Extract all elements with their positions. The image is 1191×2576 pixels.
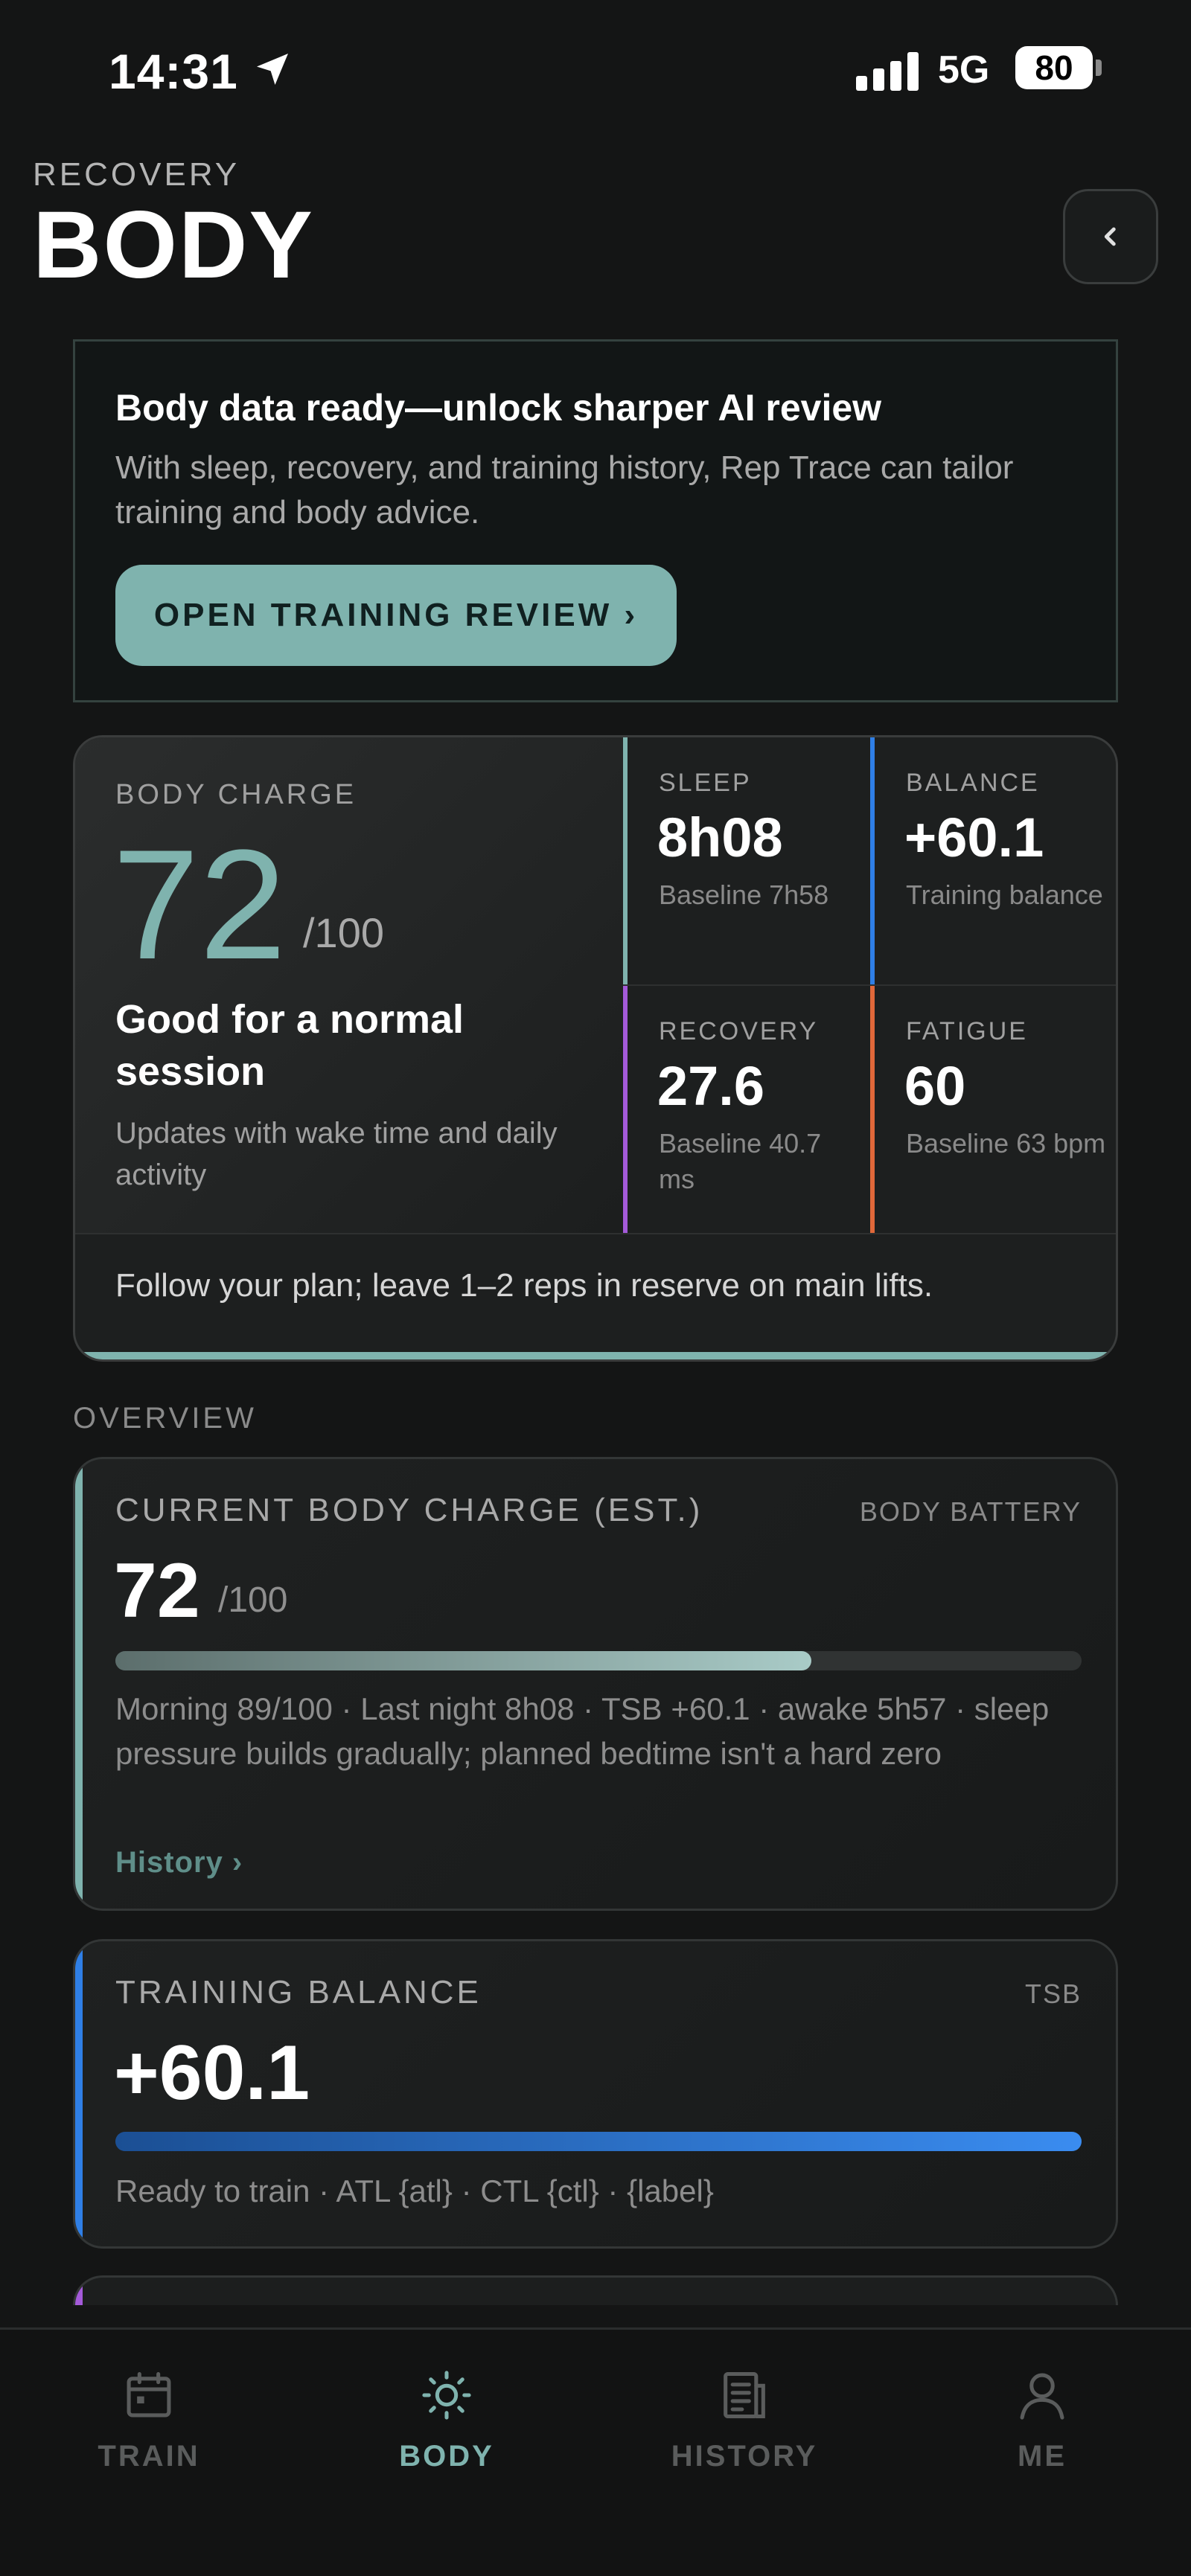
- sun-icon: [422, 2371, 471, 2420]
- metric-label: RECOVERY: [659, 1017, 819, 1045]
- history-link[interactable]: History ›: [115, 1846, 243, 1880]
- tab-history[interactable]: HISTORY: [596, 2367, 893, 2501]
- current-body-charge-card[interactable]: CURRENT BODY CHARGE (EST.) BODY BATTERY …: [73, 1457, 1118, 1911]
- metric-accent: [623, 737, 628, 986]
- ai-review-promo: Body data ready—unlock sharper AI review…: [73, 339, 1118, 702]
- signal-icon: [856, 52, 923, 91]
- metric-sub: Baseline 63 bpm: [906, 1128, 1106, 1159]
- promo-title: Body data ready—unlock sharper AI review: [115, 387, 882, 429]
- overview-eyebrow: OVERVIEW: [73, 1402, 257, 1435]
- metric-sub: Baseline 40.7 ms: [659, 1128, 822, 1194]
- card-description: Morning 89/100 · Last night 8h08 · TSB +…: [115, 1691, 1050, 1771]
- metric-accent: [870, 737, 875, 986]
- body-charge-advice: Follow your plan; leave 1–2 reps in rese…: [115, 1267, 933, 1304]
- body-charge-max: /100: [303, 909, 384, 956]
- metric-recovery[interactable]: RECOVERY 27.6 Baseline 40.7 ms: [623, 986, 872, 1234]
- metric-sub: Training balance: [906, 880, 1103, 910]
- document-icon: [724, 2371, 765, 2419]
- card-divider: [75, 1233, 1116, 1234]
- tab-me[interactable]: ME: [893, 2367, 1191, 2501]
- metric-sleep[interactable]: SLEEP 8h08 Baseline 7h58: [623, 737, 872, 986]
- location-arrow-icon: [257, 54, 288, 85]
- metric-value: 8h08: [657, 807, 783, 868]
- open-training-review-button[interactable]: OPEN TRAINING REVIEW ›: [115, 565, 677, 666]
- card-value: 72: [114, 1548, 200, 1634]
- card-accent: [75, 1941, 83, 2246]
- training-balance-card[interactable]: TRAINING BALANCE TSB +60.1 Ready to trai…: [73, 1939, 1118, 2249]
- tab-body[interactable]: BODY: [298, 2367, 596, 2501]
- metric-value: +60.1: [904, 807, 1044, 868]
- person-icon: [1020, 2373, 1064, 2420]
- metric-value: 27.6: [657, 1055, 765, 1117]
- card-tag: BODY BATTERY: [859, 1496, 1082, 1527]
- card-tag: TSB: [1024, 1979, 1082, 2009]
- body-charge-value: 72: [112, 817, 287, 992]
- body-charge-card[interactable]: BODY CHARGE 72 /100 Good for a normal se…: [73, 735, 1118, 1362]
- body-charge-underline: [75, 1352, 1116, 1359]
- back-button[interactable]: [1063, 189, 1158, 284]
- metric-label: BALANCE: [906, 769, 1040, 797]
- chevron-left-icon: [1104, 227, 1116, 246]
- tab-label: TRAIN: [98, 2440, 200, 2473]
- metric-fatigue[interactable]: FATIGUE 60 Baseline 63 bpm: [870, 986, 1116, 1234]
- metric-sub: Baseline 7h58: [659, 880, 829, 910]
- metric-label: SLEEP: [659, 769, 752, 797]
- network-label: 5G: [938, 48, 990, 92]
- body-charge-progress: [115, 1651, 1082, 1670]
- tab-label: HISTORY: [671, 2440, 818, 2473]
- tab-train[interactable]: TRAIN: [0, 2367, 298, 2501]
- training-balance-progress: [115, 2132, 1082, 2151]
- battery-icon: 80: [1015, 46, 1093, 89]
- tab-label: ME: [1018, 2440, 1067, 2473]
- progress-fill: [115, 1651, 811, 1670]
- progress-fill: [115, 2132, 1082, 2151]
- card-max: /100: [218, 1580, 288, 1620]
- calendar-icon: [127, 2371, 171, 2418]
- metric-accent: [870, 986, 875, 1234]
- card-description: Ready to train · ATL {atl} · CTL {ctl} ·…: [115, 2173, 714, 2208]
- next-card-peek: [73, 2275, 1118, 2305]
- status-time: 14:31: [109, 44, 238, 99]
- tab-bar: TRAIN BODY HISTORY ME: [0, 2327, 1191, 2576]
- card-value: +60.1: [114, 2030, 310, 2116]
- body-charge-eyebrow: BODY CHARGE: [115, 779, 357, 810]
- metric-value: 60: [904, 1055, 966, 1117]
- body-charge-sub: Updates with wake time and daily activit…: [115, 1117, 558, 1191]
- battery-nub: [1096, 60, 1102, 76]
- page-eyebrow: RECOVERY: [33, 156, 240, 193]
- card-label: TRAINING BALANCE: [115, 1974, 482, 2011]
- card-accent: [75, 1459, 83, 1909]
- body-charge-headline: Good for a normal session: [115, 997, 464, 1094]
- tab-label: BODY: [399, 2440, 494, 2473]
- card-accent: [75, 2278, 83, 2305]
- metric-accent: [623, 986, 628, 1234]
- body-charge-summary: BODY CHARGE 72 /100 Good for a normal se…: [75, 737, 623, 1233]
- promo-body: With sleep, recovery, and training histo…: [115, 449, 1014, 531]
- card-label: CURRENT BODY CHARGE (EST.): [115, 1492, 703, 1528]
- metric-label: FATIGUE: [906, 1017, 1028, 1045]
- metric-balance[interactable]: BALANCE +60.1 Training balance: [870, 737, 1116, 986]
- page-title: BODY: [33, 192, 314, 298]
